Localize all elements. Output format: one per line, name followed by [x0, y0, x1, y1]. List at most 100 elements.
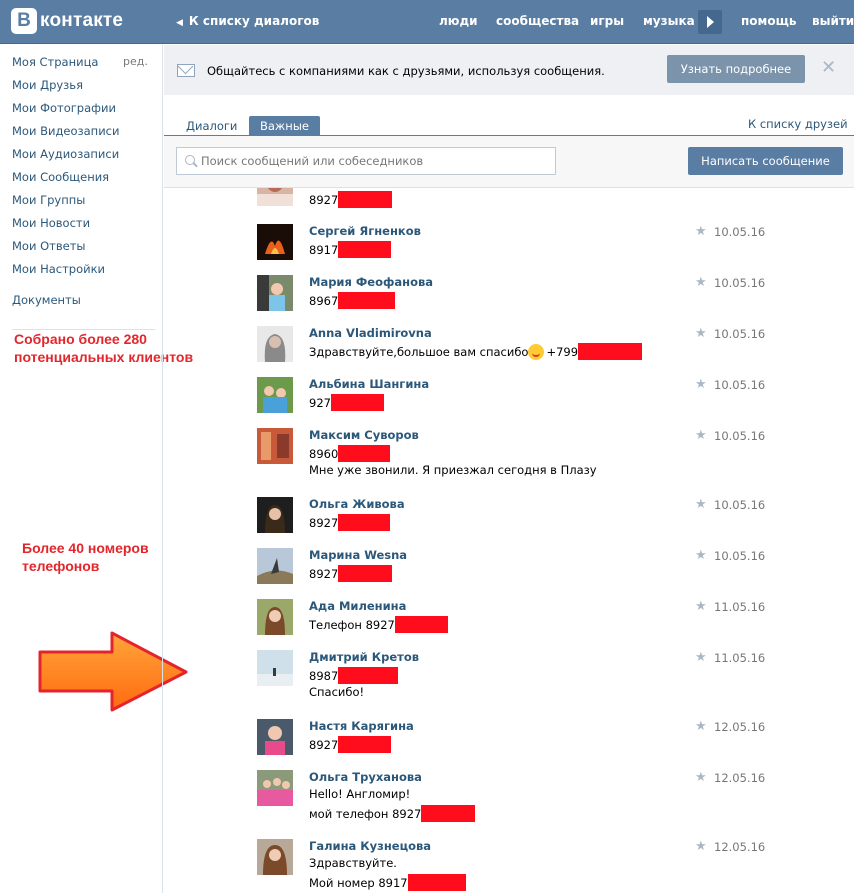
search-input[interactable]	[201, 148, 551, 174]
contact-name[interactable]: Сергей Ягненков	[309, 224, 421, 238]
sidebar-item-photos[interactable]: Мои Фотографии	[12, 101, 116, 115]
message-text-line: Спасибо!	[309, 685, 365, 699]
message-text: мой телефон 8927	[309, 805, 476, 822]
search-icon	[185, 155, 195, 165]
contact-name[interactable]: Марина Wesna	[309, 548, 407, 562]
avatar	[257, 497, 293, 533]
redaction-box	[338, 241, 392, 258]
close-icon[interactable]: ✕	[821, 59, 836, 77]
avatar	[257, 377, 293, 413]
avatar	[257, 650, 293, 686]
sidebar-item-my-page[interactable]: Моя Страница	[12, 55, 98, 69]
nav-people[interactable]: люди	[439, 14, 478, 28]
contact-name[interactable]: Галина Кузнецова	[309, 839, 431, 853]
redaction-box	[338, 736, 392, 753]
message-text-line: 8987	[309, 668, 339, 683]
vk-logo[interactable]: В контакте	[11, 8, 123, 34]
redaction-box	[407, 874, 466, 891]
avatar	[257, 326, 293, 362]
tab-dialogs[interactable]: Диалоги	[175, 116, 248, 136]
message-text-line: Hello! Англомир!	[309, 787, 411, 801]
nav-help[interactable]: помощь	[741, 14, 796, 28]
star-icon[interactable]: ★	[695, 549, 707, 563]
contact-name[interactable]: Настя Карягина	[309, 719, 414, 733]
contact-name[interactable]: Альбина Шангина	[309, 377, 429, 391]
sidebar-item-messages[interactable]: Мои Сообщения	[12, 170, 109, 184]
star-icon[interactable]: ★	[695, 378, 707, 392]
sidebar-item-news[interactable]: Мои Новости	[12, 216, 90, 230]
avatar	[257, 599, 293, 635]
message-date: 12.05.16	[714, 720, 766, 734]
contact-name[interactable]: Дмитрий Кретов	[309, 650, 419, 664]
avatar	[257, 548, 293, 584]
contact-name[interactable]: Ольга Труханова	[309, 770, 422, 784]
back-to-dialogs-label: К списку диалогов	[188, 14, 320, 28]
message-date: 10.05.16	[714, 429, 766, 443]
contact-name[interactable]: Ада Миленина	[309, 599, 406, 613]
sidebar-item-settings[interactable]: Мои Настройки	[12, 262, 105, 276]
star-icon[interactable]: ★	[695, 651, 707, 665]
friends-list-link[interactable]: К списку друзей	[748, 117, 848, 131]
star-icon[interactable]: ★	[695, 429, 707, 443]
message-text: Спасибо!	[309, 685, 364, 699]
envelope-icon	[177, 64, 195, 77]
sidebar-edit-link[interactable]: ред.	[123, 55, 148, 68]
promo-text: Общайтесь с компаниями как с друзьями, и…	[207, 64, 605, 78]
message-date: 10.05.16	[714, 276, 766, 290]
message-text: 8987	[309, 667, 399, 684]
redaction-box	[421, 805, 476, 822]
vk-logo-mark: В	[11, 8, 37, 34]
redaction-box	[338, 292, 396, 309]
redaction-box	[578, 343, 643, 360]
top-header: В контакте ◀ К списку диалогов люди сообщ…	[0, 0, 854, 44]
message-date: 11.05.16	[714, 651, 766, 665]
smile-emoji-icon	[528, 343, 545, 360]
star-icon[interactable]: ★	[695, 771, 707, 785]
avatar	[257, 770, 293, 806]
message-text-line: 8927	[309, 515, 339, 530]
star-icon[interactable]: ★	[695, 276, 707, 290]
message-text-line: 8967	[309, 293, 339, 308]
nav-music[interactable]: музыка	[643, 14, 695, 28]
redaction-box	[394, 616, 448, 633]
sidebar-item-answers[interactable]: Мои Ответы	[12, 239, 85, 253]
sidebar-item-groups[interactable]: Мои Группы	[12, 193, 85, 207]
message-date: 11.05.16	[714, 600, 766, 614]
learn-more-button[interactable]: Узнать подробнее	[667, 55, 805, 83]
message-date: 10.05.16	[714, 549, 766, 563]
sidebar-item-friends[interactable]: Мои Друзья	[12, 78, 83, 92]
message-text: 8927	[309, 736, 392, 753]
redaction-box	[338, 191, 393, 208]
write-message-button[interactable]: Написать сообщение	[688, 147, 843, 175]
message-text: Hello! Англомир!	[309, 787, 410, 801]
redaction-box	[338, 514, 391, 531]
message-text-line: мой телефон 8927	[309, 806, 422, 821]
play-icon[interactable]	[698, 10, 722, 34]
star-icon[interactable]: ★	[695, 600, 707, 614]
redaction-box	[338, 445, 391, 462]
avatar	[257, 839, 293, 875]
sidebar-item-audio[interactable]: Мои Аудиозаписи	[12, 147, 119, 161]
contact-name[interactable]: Максим Суворов	[309, 428, 419, 442]
sidebar-item-videos[interactable]: Мои Видеозаписи	[12, 124, 119, 138]
contact-name[interactable]: Мария Феофанова	[309, 275, 433, 289]
tab-important[interactable]: Важные	[249, 116, 320, 136]
sidebar-item-documents[interactable]: Документы	[12, 293, 81, 307]
nav-logout[interactable]: выйти	[812, 14, 854, 28]
nav-communities[interactable]: сообщества	[496, 14, 579, 28]
back-to-dialogs-link[interactable]: ◀ К списку диалогов	[176, 14, 319, 28]
message-date: 12.05.16	[714, 840, 766, 854]
star-icon[interactable]: ★	[695, 720, 707, 734]
message-date: 10.05.16	[714, 327, 766, 341]
contact-name[interactable]: Anna Vladimirovna	[309, 326, 432, 340]
nav-games[interactable]: игры	[590, 14, 624, 28]
message-text-line: Мой номер 8917	[309, 875, 408, 890]
star-icon[interactable]: ★	[695, 498, 707, 512]
contact-name[interactable]: Ольга Живова	[309, 497, 405, 511]
search-box[interactable]	[176, 147, 556, 175]
star-icon[interactable]: ★	[695, 225, 707, 239]
message-text: Мне уже звонили. Я приезжал сегодня в Пл…	[309, 463, 597, 477]
star-icon[interactable]: ★	[695, 840, 707, 854]
star-icon[interactable]: ★	[695, 327, 707, 341]
message-text: 8917	[309, 241, 392, 258]
